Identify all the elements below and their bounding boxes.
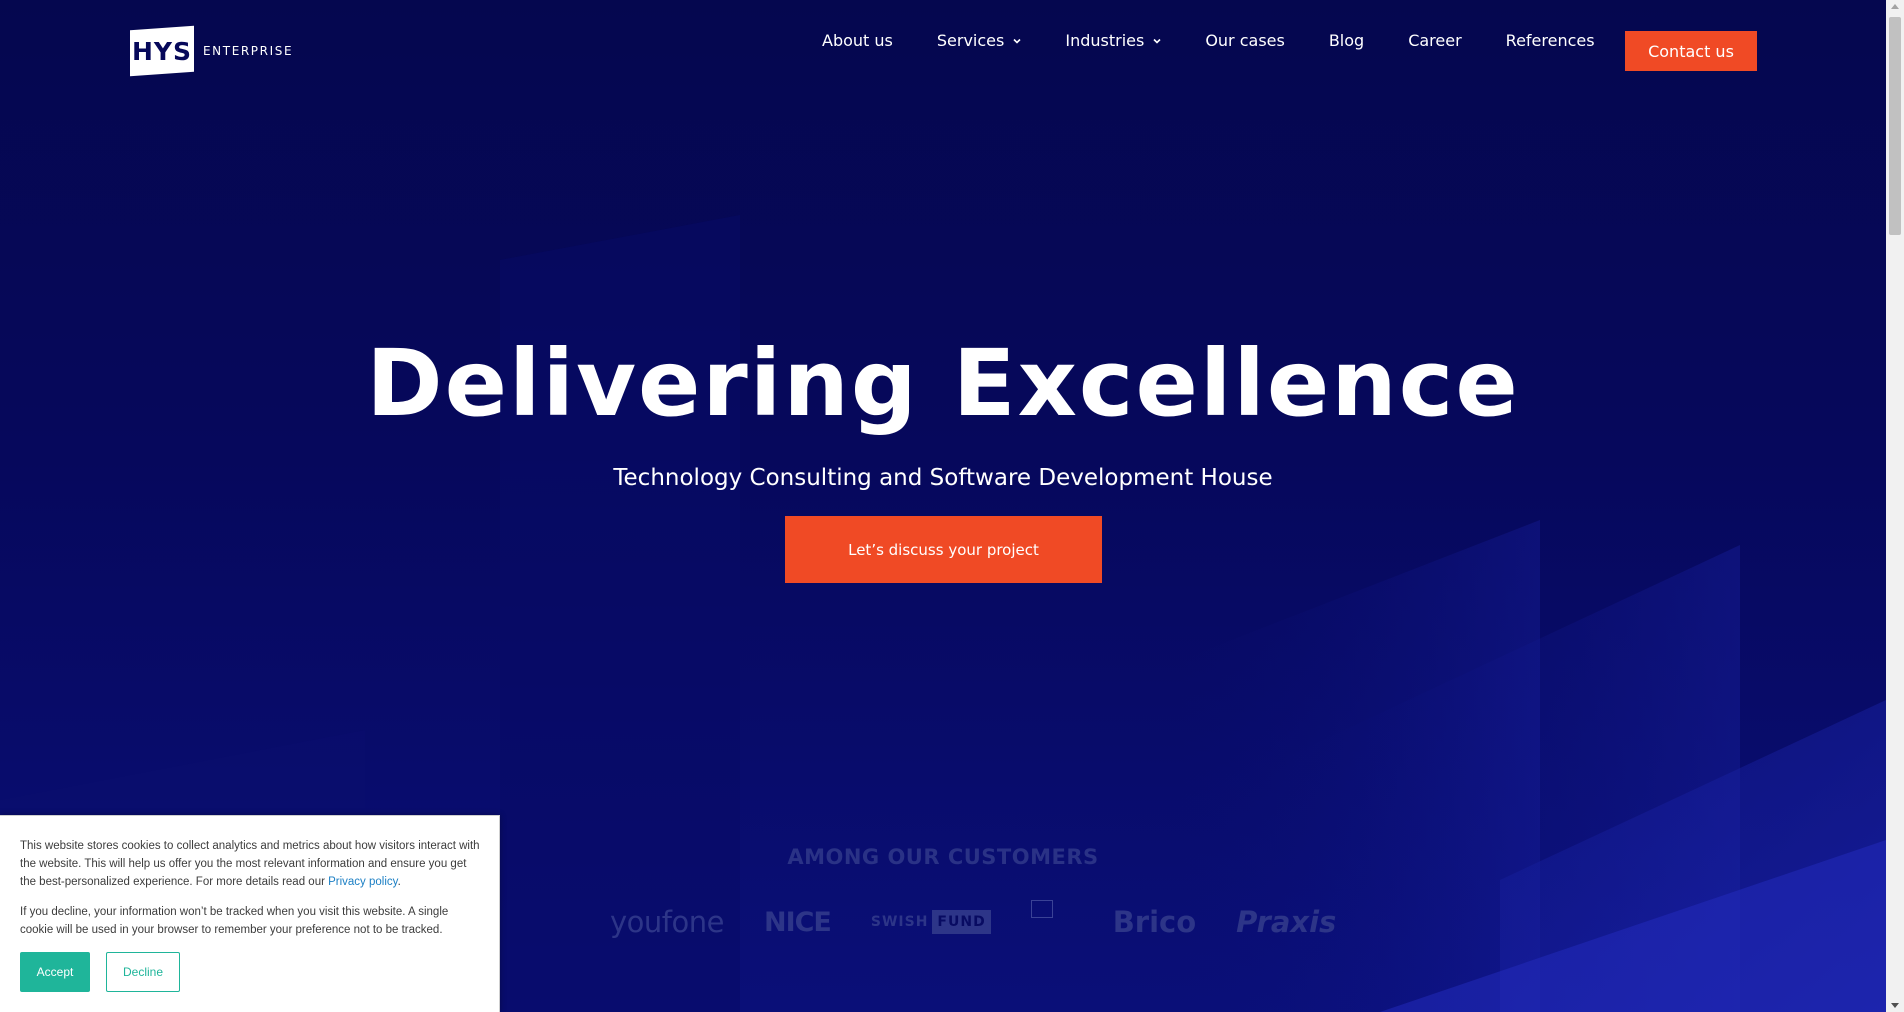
cookie-text-period: .	[397, 876, 401, 888]
nav-career[interactable]: Career	[1408, 31, 1461, 50]
nav-blog[interactable]: Blog	[1329, 31, 1364, 50]
accept-button[interactable]: Accept	[20, 952, 90, 992]
nav-label: Our cases	[1205, 31, 1285, 50]
nav-label: About us	[822, 31, 893, 50]
decline-button[interactable]: Decline	[106, 952, 180, 992]
fund-text: FUND	[932, 910, 991, 934]
nav-label: Industries	[1065, 31, 1145, 50]
main-nav: About us Services Industries Our cases B…	[822, 31, 1639, 50]
page: HYS ENTERPRISE About us Services Industr…	[0, 0, 1886, 1012]
nav-our-cases[interactable]: Our cases	[1205, 31, 1285, 50]
cookie-decline-info: If you decline, your information won’t b…	[20, 906, 449, 936]
hys-enterprise-logo[interactable]: HYS ENTERPRISE	[130, 25, 294, 77]
nav-industries[interactable]: Industries	[1065, 31, 1161, 50]
swishfund-logo: SWISH FUND	[871, 910, 991, 934]
logo-subtitle: ENTERPRISE	[203, 44, 294, 58]
chevron-down-icon	[1013, 38, 1021, 44]
nav-references[interactable]: References	[1506, 31, 1595, 50]
hero-title: Delivering Excellence	[366, 330, 1520, 437]
privacy-policy-link[interactable]: Privacy policy	[328, 876, 397, 888]
scrollbar-thumb[interactable]	[1889, 17, 1901, 235]
nav-about-us[interactable]: About us	[822, 31, 893, 50]
nav-label: Career	[1408, 31, 1462, 50]
cookie-text: This website stores cookies to collect a…	[20, 837, 482, 891]
nice-logo: NICE	[763, 906, 832, 938]
hero-subtitle: Technology Consulting and Software Devel…	[613, 465, 1273, 491]
nav-label: Services	[936, 31, 1005, 50]
discuss-project-button[interactable]: Let’s discuss your project	[785, 516, 1102, 583]
logo-text: HYS	[131, 36, 193, 66]
brico-logo: Brico	[1112, 905, 1197, 939]
cookie-banner: This website stores cookies to collect a…	[0, 815, 500, 1012]
contact-us-button[interactable]: Contact us	[1625, 31, 1757, 71]
nav-services[interactable]: Services	[937, 31, 1021, 50]
scroll-down-arrow-icon[interactable]	[1891, 1003, 1899, 1008]
swish-text: SWISH	[870, 914, 929, 930]
broken-image-icon	[1030, 900, 1053, 918]
vertical-scrollbar[interactable]	[1886, 0, 1904, 1012]
customer-logos: youfone NICE SWISH FUND Brico Praxis	[610, 900, 1376, 944]
nav-label: Blog	[1328, 31, 1365, 50]
logo-mark: HYS	[130, 25, 194, 77]
praxis-logo: Praxis	[1236, 905, 1337, 939]
site-header: HYS ENTERPRISE About us Services Industr…	[0, 0, 1886, 100]
nav-label: References	[1505, 31, 1595, 50]
scroll-up-arrow-icon[interactable]	[1891, 4, 1899, 9]
youfone-logo: youfone	[610, 905, 724, 939]
cookie-text-main: This website stores cookies to collect a…	[20, 840, 480, 888]
chevron-down-icon	[1153, 38, 1161, 44]
